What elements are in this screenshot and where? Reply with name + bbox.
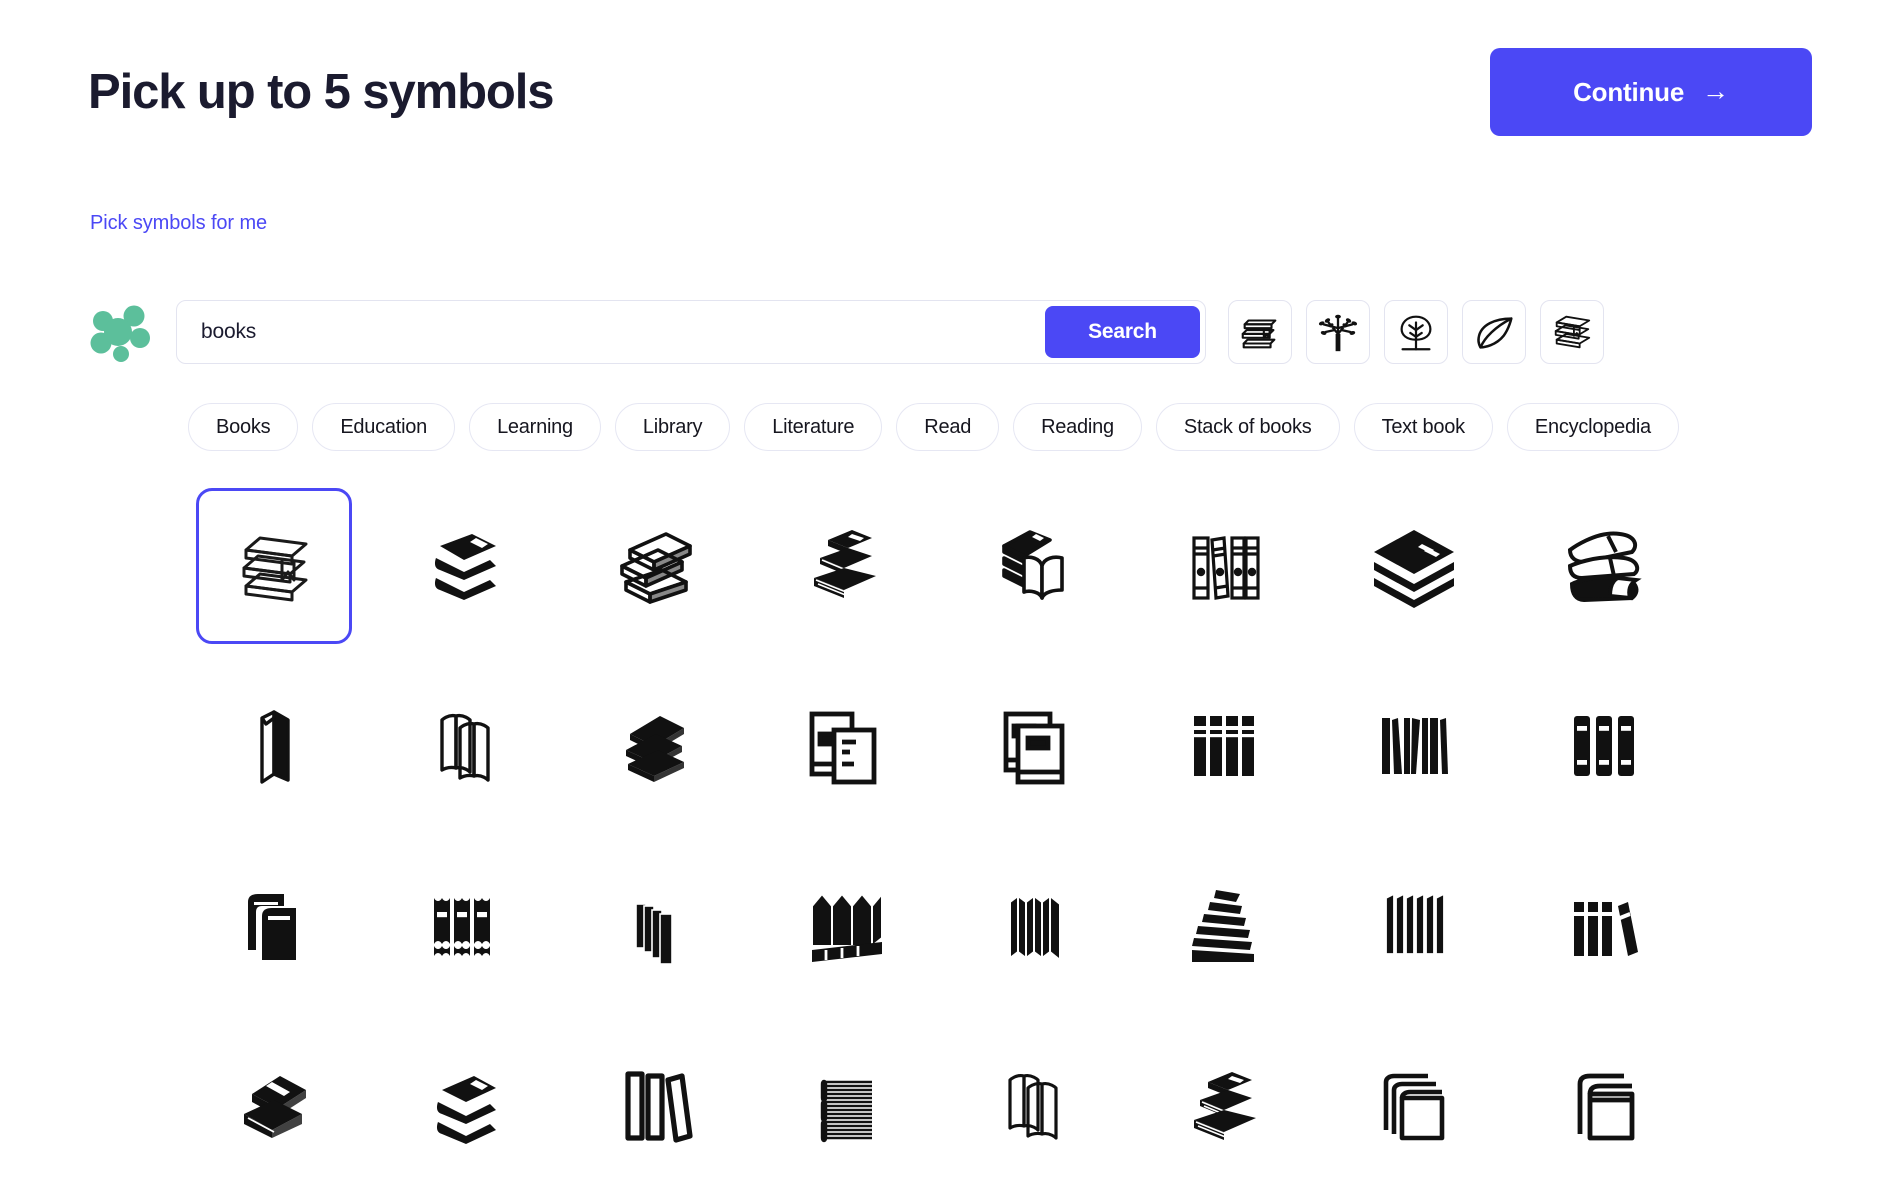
green-dots-logo [88, 300, 160, 364]
search-row: Search [88, 300, 1812, 364]
bare-tree-icon [1315, 309, 1361, 355]
tree-outline-icon [1393, 309, 1439, 355]
symbol-cell-26[interactable] [576, 1028, 732, 1184]
search-button[interactable]: Search [1045, 306, 1200, 358]
tag-chip-reading[interactable]: Reading [1013, 403, 1142, 451]
continue-button-label: Continue [1573, 76, 1685, 107]
search-input[interactable] [177, 301, 1017, 363]
tag-chip-literature[interactable]: Literature [744, 403, 883, 451]
tag-chip-text-book[interactable]: Text book [1353, 403, 1493, 451]
three-books-stack-outline-icon [226, 518, 322, 614]
continue-button[interactable]: Continue → [1490, 48, 1812, 136]
book-and-open-book-icon [986, 518, 1082, 614]
symbol-cell-5[interactable] [1146, 488, 1302, 644]
thumbnail-bare-tree[interactable] [1306, 300, 1370, 364]
book-cube-icon [1366, 518, 1462, 614]
symbol-cell-28[interactable] [956, 1028, 1112, 1184]
symbol-cell-13[interactable] [1146, 668, 1302, 824]
tag-chip-read[interactable]: Read [896, 403, 1000, 451]
thumbnail-leaf[interactable] [1462, 300, 1526, 364]
symbol-cell-1[interactable] [386, 488, 542, 644]
search-field: Search [176, 300, 1206, 364]
tag-chip-education[interactable]: Education [312, 403, 456, 451]
pick-symbols-for-me-link[interactable]: Pick symbols for me [90, 212, 267, 235]
symbol-cell-15[interactable] [1526, 668, 1682, 824]
double-book-outline-icon [1556, 1058, 1652, 1154]
book-block-perspective-icon [986, 878, 1082, 974]
symbol-cell-17[interactable] [386, 848, 542, 1004]
symbol-cell-12[interactable] [956, 668, 1112, 824]
two-books-stacked-solid-icon [226, 1058, 322, 1154]
row-of-thin-books-icon [1366, 698, 1462, 794]
book-with-bookmark-pages-icon [796, 698, 892, 794]
stacked-books-curved-icon [1556, 518, 1652, 614]
symbol-cell-8[interactable] [196, 668, 352, 824]
two-open-books-thin-icon [986, 1058, 1082, 1154]
leaf-icon [1471, 309, 1517, 355]
thumbnail-book-stack-sketch[interactable] [1540, 300, 1604, 364]
symbol-cell-21[interactable] [1146, 848, 1302, 1004]
book-pile-striped-icon [796, 518, 892, 614]
two-books-curved-solid-icon [416, 1058, 512, 1154]
two-rounded-books-icon [226, 878, 322, 974]
symbol-cell-11[interactable] [766, 668, 922, 824]
four-upright-books-icon [1176, 698, 1272, 794]
three-books-pile-solid-icon [1176, 1058, 1272, 1154]
tag-chip-books[interactable]: Books [188, 403, 299, 451]
recent-symbol-thumbnails [1228, 300, 1604, 364]
tag-chip-encyclopedia[interactable]: Encyclopedia [1506, 403, 1679, 451]
symbol-cell-14[interactable] [1336, 668, 1492, 824]
five-upright-books-icon [1366, 878, 1462, 974]
symbol-cell-0[interactable] [196, 488, 352, 644]
fanned-thin-books-icon [606, 878, 702, 974]
two-open-books-outline-icon [416, 698, 512, 794]
symbol-cell-24[interactable] [196, 1028, 352, 1184]
symbol-cell-20[interactable] [956, 848, 1112, 1004]
three-spines-with-labels-icon [416, 878, 512, 974]
book-stack-sketch-icon [1549, 309, 1595, 355]
symbol-cell-4[interactable] [956, 488, 1112, 644]
three-labeled-spines-icon [1556, 698, 1652, 794]
symbol-cell-3[interactable] [766, 488, 922, 644]
layered-books-outline-icon [1366, 1058, 1462, 1154]
symbol-cell-19[interactable] [766, 848, 922, 1004]
arrow-right-icon: → [1702, 75, 1729, 106]
books-with-tilted-one-icon [1556, 878, 1652, 974]
symbol-cell-22[interactable] [1336, 848, 1492, 1004]
single-closed-book-icon [226, 698, 322, 794]
four-binders-icon [1176, 518, 1272, 614]
two-books-solid-icon [416, 518, 512, 614]
tag-chip-learning[interactable]: Learning [469, 403, 601, 451]
symbol-cell-9[interactable] [386, 668, 542, 824]
page-title: Pick up to 5 symbols [88, 65, 555, 119]
symbol-cell-30[interactable] [1336, 1028, 1492, 1184]
symbol-cell-16[interactable] [196, 848, 352, 1004]
thumbnail-book-stack-outline[interactable] [1228, 300, 1292, 364]
symbol-results-grid [196, 488, 1682, 1200]
two-overlapping-books-icon [986, 698, 1082, 794]
tag-chip-stack-of-books[interactable]: Stack of books [1155, 403, 1340, 451]
symbol-cell-23[interactable] [1526, 848, 1682, 1004]
symbol-cell-18[interactable] [576, 848, 732, 1004]
symbol-cell-25[interactable] [386, 1028, 542, 1184]
thumbnail-tree-outline[interactable] [1384, 300, 1448, 364]
symbol-cell-7[interactable] [1526, 488, 1682, 644]
tall-leaning-stack-icon [1176, 878, 1272, 974]
symbol-cell-31[interactable] [1526, 1028, 1682, 1184]
striped-book-stack-icon [796, 1058, 892, 1154]
three-books-angled-icon [606, 518, 702, 614]
book-stack-outline-icon [1237, 309, 1283, 355]
symbol-cell-27[interactable] [766, 1028, 922, 1184]
shelf-of-books-3d-icon [796, 878, 892, 974]
header: Pick up to 5 symbols Continue → [88, 40, 1812, 150]
three-standing-books-icon [606, 1058, 702, 1154]
symbol-cell-10[interactable] [576, 668, 732, 824]
three-books-solid-stack-icon [606, 698, 702, 794]
symbol-cell-2[interactable] [576, 488, 732, 644]
tag-chip-library[interactable]: Library [614, 403, 731, 451]
symbol-cell-29[interactable] [1146, 1028, 1302, 1184]
symbol-cell-6[interactable] [1336, 488, 1492, 644]
symbol-picker-page: Pick up to 5 symbols Continue → Pick sym… [0, 0, 1900, 1200]
tag-chip-list: Books Education Learning Library Literat… [188, 403, 1812, 451]
